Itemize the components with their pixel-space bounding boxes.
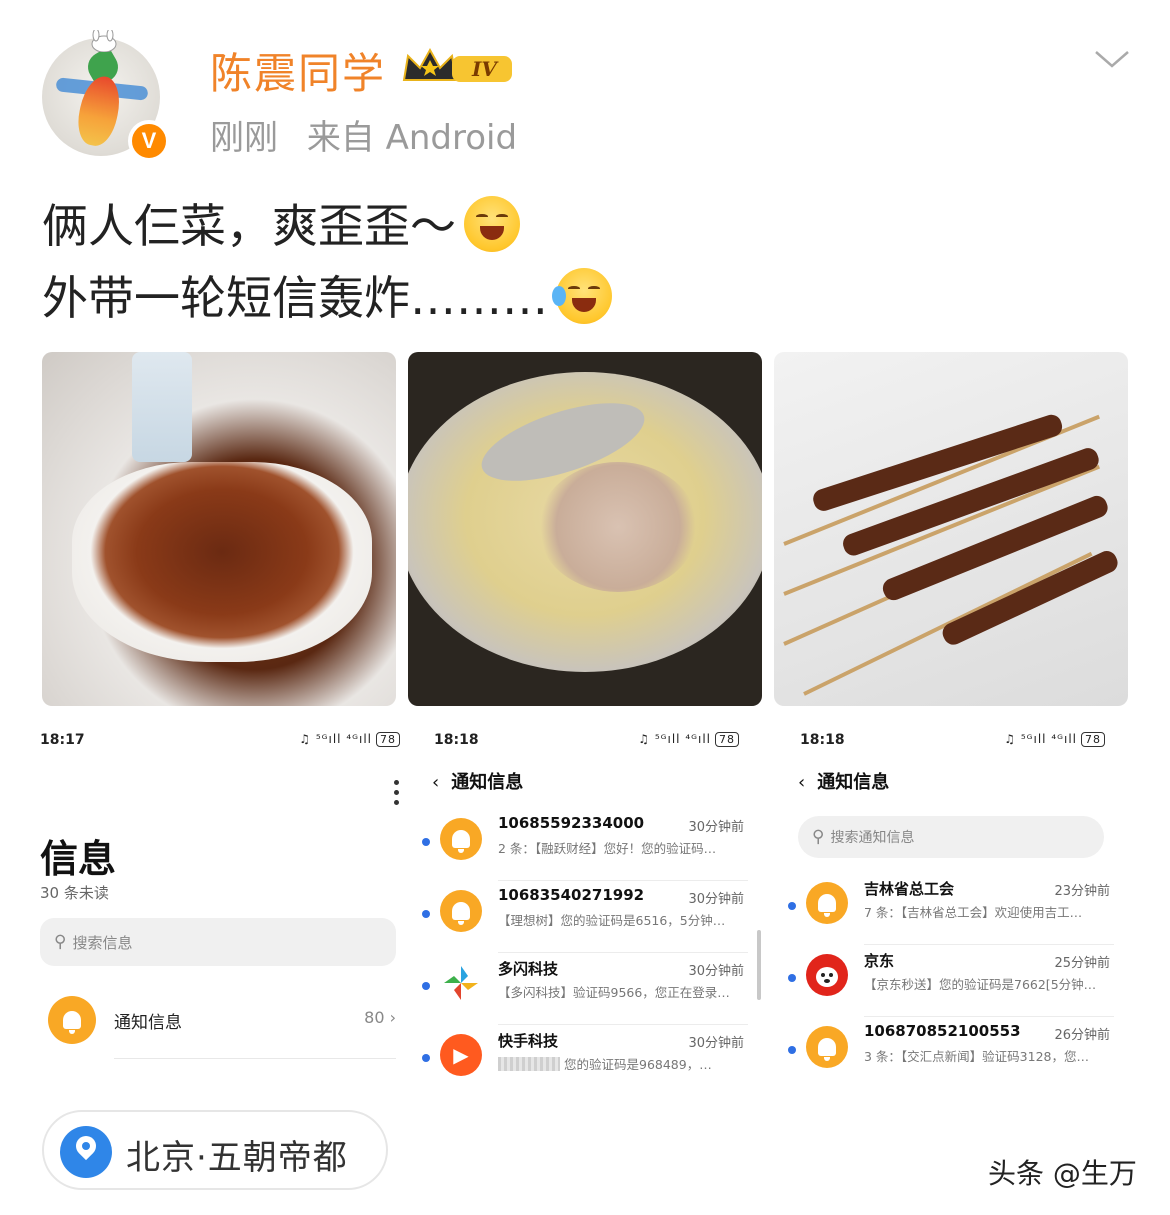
level-badge-text: IV [471, 57, 499, 81]
post-line-2: 外带一轮短信轰炸……… [42, 262, 612, 334]
status-bar: 18:18 ♫ ⁵ᴳıll ⁴ᴳıll 78 [800, 732, 1105, 756]
list-item[interactable]: 10685592334000 30分钟前 2 条：【融跃财经】您好！您的验证码… [418, 810, 748, 882]
scrollbar[interactable] [757, 930, 761, 1000]
photo-braised-beef[interactable] [42, 352, 396, 706]
page-title: 信息 [40, 837, 117, 881]
bell-icon [440, 890, 482, 932]
photo-soup-pot[interactable] [408, 352, 762, 706]
unread-dot [788, 1046, 796, 1054]
nav-header: ‹ 通知信息 [798, 772, 890, 793]
list-item[interactable]: ▶ 快手科技 30分钟前 您的验证码是968489，… [418, 1026, 748, 1098]
search-icon: ⚲ [812, 827, 825, 847]
jd-dog-logo-icon [806, 954, 848, 996]
list-item[interactable]: 106870852100553 26分钟前 3 条：【交汇点新闻】验证码3128… [784, 1018, 1114, 1090]
nav-header: ‹ 通知信息 [432, 772, 524, 793]
chevron-down-icon[interactable] [1092, 44, 1132, 74]
laugh-cry-emoji-icon [552, 268, 612, 324]
post-line-1: 俩人仨菜，爽歪歪～ [42, 190, 612, 262]
location-pin-icon [60, 1126, 112, 1178]
verified-badge: V [128, 120, 170, 162]
redacted-text [498, 1057, 560, 1071]
list-item-notifications[interactable]: 通知信息 80 › [40, 990, 396, 1060]
status-bar: 18:18 ♫ ⁵ᴳıll ⁴ᴳıll 78 [434, 732, 739, 756]
unread-dot [422, 910, 430, 918]
bell-icon [48, 996, 96, 1044]
bell-icon [440, 818, 482, 860]
unread-dot [788, 902, 796, 910]
more-options-icon[interactable] [394, 780, 400, 808]
post-text: 俩人仨菜，爽歪歪～ 外带一轮短信轰炸……… [42, 190, 612, 334]
list-item[interactable]: 多闪科技 30分钟前 【多闪科技】验证码9566，您正在登录… [418, 954, 748, 1026]
back-arrow-icon[interactable]: ‹ [432, 772, 439, 793]
post-meta: 刚刚 来自 Android [210, 110, 535, 159]
screenshot-messages: 18:17 ♫ ⁵ᴳıll ⁴ᴳıll 78 信息 30 条未读 ⚲ 搜索信息 通… [40, 720, 400, 1090]
username[interactable]: 陈震同学 [210, 40, 386, 101]
kuaishou-logo-icon: ▶ [440, 1034, 482, 1076]
list-item[interactable]: 京东 25分钟前 【京东秒送】您的验证码是7662[5分钟… [784, 946, 1114, 1018]
screenshot-notifications-1: 18:18 ♫ ⁵ᴳıll ⁴ᴳıll 78 ‹ 通知信息 106855923340… [418, 720, 763, 1090]
unread-dot [422, 838, 430, 846]
screenshot-notifications-2: 18:18 ♫ ⁵ᴳıll ⁴ᴳıll 78 ‹ 通知信息 ⚲ 搜索通知信息 吉林省… [784, 720, 1129, 1090]
search-input[interactable]: ⚲ 搜索通知信息 [798, 816, 1104, 858]
post-time: 刚刚 [210, 118, 278, 158]
search-icon: ⚲ [54, 932, 67, 952]
location-tag[interactable]: 北京·五朝帝都 [42, 1110, 388, 1190]
search-input[interactable]: ⚲ 搜索信息 [40, 918, 396, 966]
unread-dot [788, 974, 796, 982]
unread-dot [422, 982, 430, 990]
crown-level-icon[interactable]: IV [400, 46, 518, 88]
bunny-icon [91, 30, 117, 52]
status-bar: 18:17 ♫ ⁵ᴳıll ⁴ᴳıll 78 [40, 732, 400, 756]
bell-icon [806, 882, 848, 924]
photo-lamb-skewers[interactable] [774, 352, 1128, 706]
post-source: 来自 Android [306, 118, 518, 158]
list-item[interactable]: 吉林省总工会 23分钟前 7 条：【吉林省总工会】欢迎使用吉工… [784, 874, 1114, 946]
pinwheel-logo-icon [440, 962, 482, 1004]
back-arrow-icon[interactable]: ‹ [798, 772, 805, 793]
unread-dot [422, 1054, 430, 1062]
unread-count: 30 条未读 [40, 884, 109, 902]
list-item[interactable]: 10683540271992 30分钟前 【理想树】您的验证码是6516，5分钟… [418, 882, 748, 954]
bell-icon [806, 1026, 848, 1068]
happy-face-emoji-icon [464, 196, 520, 252]
watermark: 头条 @生万 [988, 1157, 1137, 1190]
